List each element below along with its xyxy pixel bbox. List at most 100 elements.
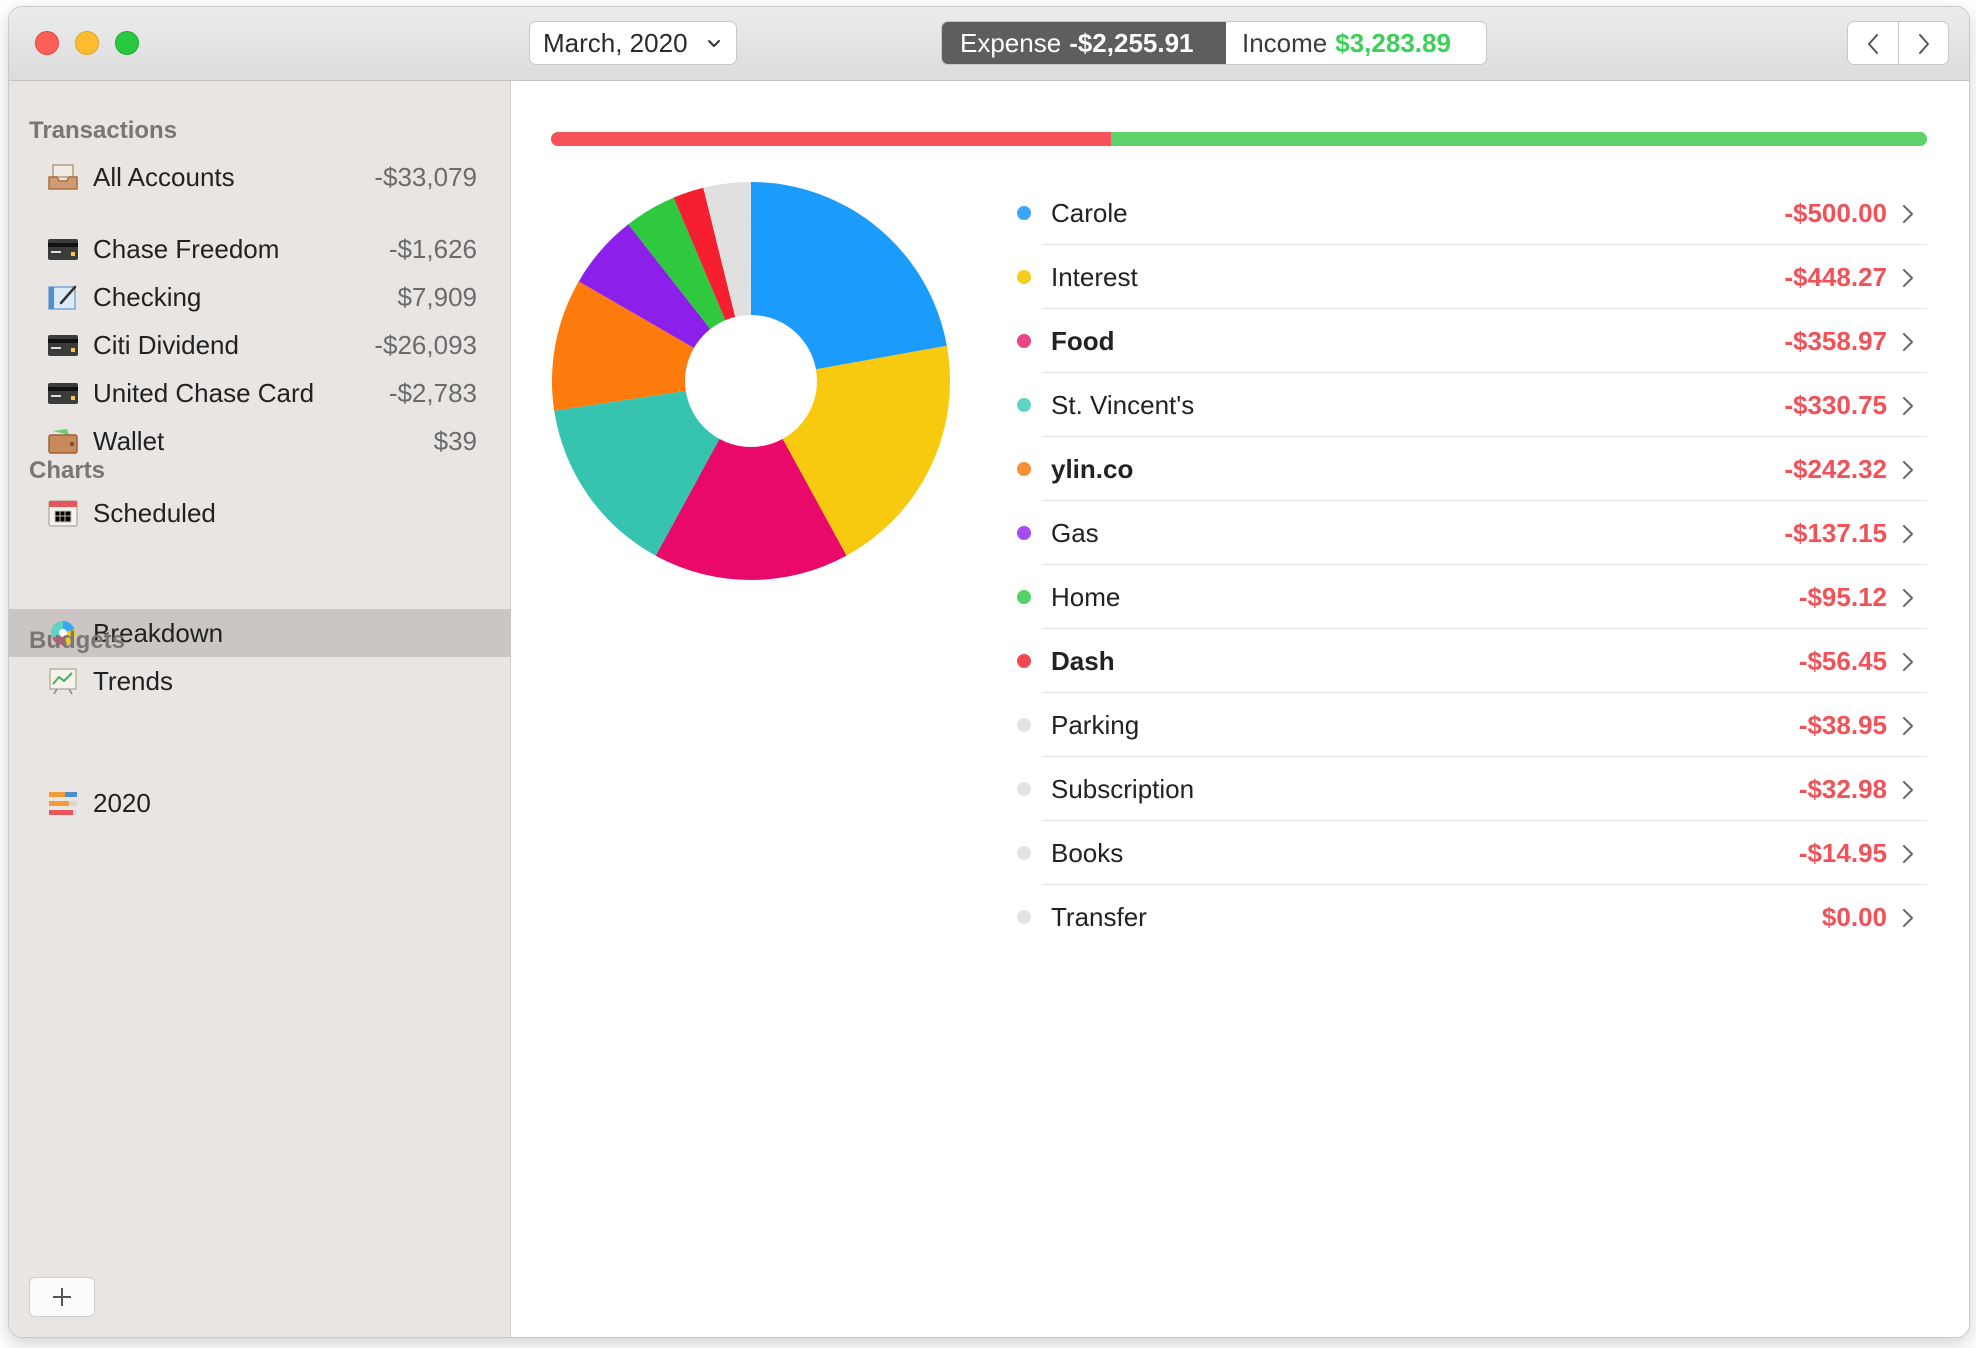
sidebar-item-all-accounts[interactable]: All Accounts -$33,079 [9, 153, 511, 201]
category-name: Books [1051, 837, 1124, 868]
category-row-interest[interactable]: Interest -$448.27 [1017, 245, 1927, 309]
category-amount: -$38.95 [1798, 709, 1887, 740]
category-row-ylin-co[interactable]: ylin.co -$242.32 [1017, 437, 1927, 501]
category-name: Dash [1051, 645, 1115, 676]
category-row-carole[interactable]: Carole -$500.00 [1017, 181, 1927, 245]
breakdown-donut-chart[interactable] [551, 181, 951, 581]
credit-card-icon [48, 335, 78, 356]
close-window-button[interactable] [35, 31, 59, 55]
minimize-window-button[interactable] [75, 31, 99, 55]
category-row-subscription[interactable]: Subscription -$32.98 [1017, 757, 1927, 821]
chevron-right-icon [1903, 845, 1913, 863]
chevron-right-icon [1903, 653, 1913, 671]
category-amount: $0.00 [1821, 901, 1887, 932]
sidebar-item-chase-freedom[interactable]: Chase Freedom -$1,626 [9, 225, 511, 273]
sidebar: Transactions All Accounts -$33,079 Chase… [9, 81, 511, 1337]
category-color-dot [1017, 782, 1031, 796]
chevron-right-icon [1903, 781, 1913, 799]
chevron-right-icon [1903, 589, 1913, 607]
category-row-gas[interactable]: Gas -$137.15 [1017, 501, 1927, 565]
income-segment[interactable]: Income $3,283.89 [1226, 22, 1486, 64]
category-list: Carole -$500.00 Interest -$448.27 Food -$358.… [1017, 181, 1927, 949]
sidebar-item-citi-dividend[interactable]: Citi Dividend -$26,093 [9, 321, 511, 369]
month-label: March, 2020 [543, 27, 688, 58]
sidebar-item-budget-2020[interactable]: 2020 [9, 779, 511, 827]
category-name: Carole [1051, 197, 1128, 228]
category-name: Interest [1051, 261, 1138, 292]
category-row-books[interactable]: Books -$14.95 [1017, 821, 1927, 885]
category-amount: -$32.98 [1798, 773, 1887, 804]
category-amount: -$500.00 [1784, 197, 1887, 228]
app-window: March, 2020 Expense -$2,255.91 Income $3… [8, 6, 1970, 1338]
sidebar-item-label: Checking [93, 281, 202, 312]
sidebar-item-label: United Chase Card [93, 377, 315, 408]
category-name: Home [1051, 581, 1121, 612]
category-color-dot [1017, 526, 1031, 540]
category-amount: -$56.45 [1798, 645, 1887, 676]
sidebar-item-label: Trends [93, 665, 173, 696]
expense-label: Expense [960, 27, 1062, 58]
category-amount: -$137.15 [1784, 517, 1887, 548]
sidebar-item-scheduled[interactable]: Scheduled [9, 489, 511, 537]
category-name: St. Vincent's [1051, 389, 1195, 420]
category-name: Parking [1051, 709, 1140, 740]
sidebar-item-label: Scheduled [93, 497, 216, 528]
chevron-down-icon [708, 40, 720, 47]
breakdown-panel: Carole -$500.00 Interest -$448.27 Food -$358.… [511, 81, 1969, 1337]
category-row-dash[interactable]: Dash -$56.45 [1017, 629, 1927, 693]
chevron-right-icon [1903, 269, 1913, 287]
category-color-dot [1017, 846, 1031, 860]
sidebar-item-united-chase-card[interactable]: United Chase Card -$2,783 [9, 369, 511, 417]
next-period-button[interactable] [1898, 22, 1948, 64]
account-balance: $7,909 [397, 281, 477, 312]
account-balance: -$1,626 [388, 233, 477, 264]
chevron-left-icon [1868, 34, 1878, 54]
sidebar-item-label: Citi Dividend [93, 329, 239, 360]
transactions-header: Transactions [29, 117, 178, 144]
category-color-dot [1017, 462, 1031, 476]
expense-segment[interactable]: Expense -$2,255.91 [942, 22, 1226, 64]
category-row-parking[interactable]: Parking -$38.95 [1017, 693, 1927, 757]
previous-period-button[interactable] [1848, 22, 1898, 64]
checkbook-icon [48, 285, 77, 310]
category-color-dot [1017, 718, 1031, 732]
chevron-right-icon [1903, 909, 1913, 927]
period-navigation [1847, 21, 1949, 65]
sidebar-item-label: All Accounts [93, 161, 235, 192]
category-amount: -$95.12 [1798, 581, 1887, 612]
month-selector[interactable]: March, 2020 [529, 21, 737, 65]
chevron-right-icon [1903, 397, 1913, 415]
sidebar-item-label: 2020 [93, 787, 151, 818]
category-name: Transfer [1051, 901, 1147, 932]
title-bar: March, 2020 Expense -$2,255.91 Income $3… [9, 7, 1969, 81]
category-name: Gas [1051, 517, 1099, 548]
category-row-st-vincent-s[interactable]: St. Vincent's -$330.75 [1017, 373, 1927, 437]
expense-total: -$2,255.91 [1069, 27, 1194, 58]
account-balance: $39 [433, 425, 477, 456]
sidebar-item-checking[interactable]: Checking $7,909 [9, 273, 511, 321]
expense-income-ratio-bar [551, 132, 1927, 146]
category-name: Food [1051, 325, 1115, 356]
budgets-header: Budgets [29, 627, 125, 654]
line-chart-icon [49, 668, 77, 695]
charts-header: Charts [29, 457, 106, 484]
income-total: $3,283.89 [1335, 27, 1451, 58]
category-row-food[interactable]: Food -$358.97 [1017, 309, 1927, 373]
category-color-dot [1017, 654, 1031, 668]
sidebar-item-trends[interactable]: Trends [9, 657, 511, 705]
zoom-window-button[interactable] [115, 31, 139, 55]
expense-income-summary: Expense -$2,255.91 Income $3,283.89 [941, 21, 1487, 65]
add-button[interactable] [29, 1277, 95, 1317]
inbox-tray-icon [48, 164, 78, 190]
category-row-transfer[interactable]: Transfer $0.00 [1017, 885, 1927, 949]
credit-card-icon [48, 239, 78, 260]
category-row-home[interactable]: Home -$95.12 [1017, 565, 1927, 629]
chevron-right-icon [1918, 34, 1929, 54]
category-name: ylin.co [1051, 453, 1134, 484]
income-ratio-fill [1111, 132, 1927, 146]
donut-hole [685, 315, 817, 447]
category-color-dot [1017, 334, 1031, 348]
credit-card-icon [48, 383, 78, 404]
category-amount: -$242.32 [1784, 453, 1887, 484]
category-color-dot [1017, 270, 1031, 284]
